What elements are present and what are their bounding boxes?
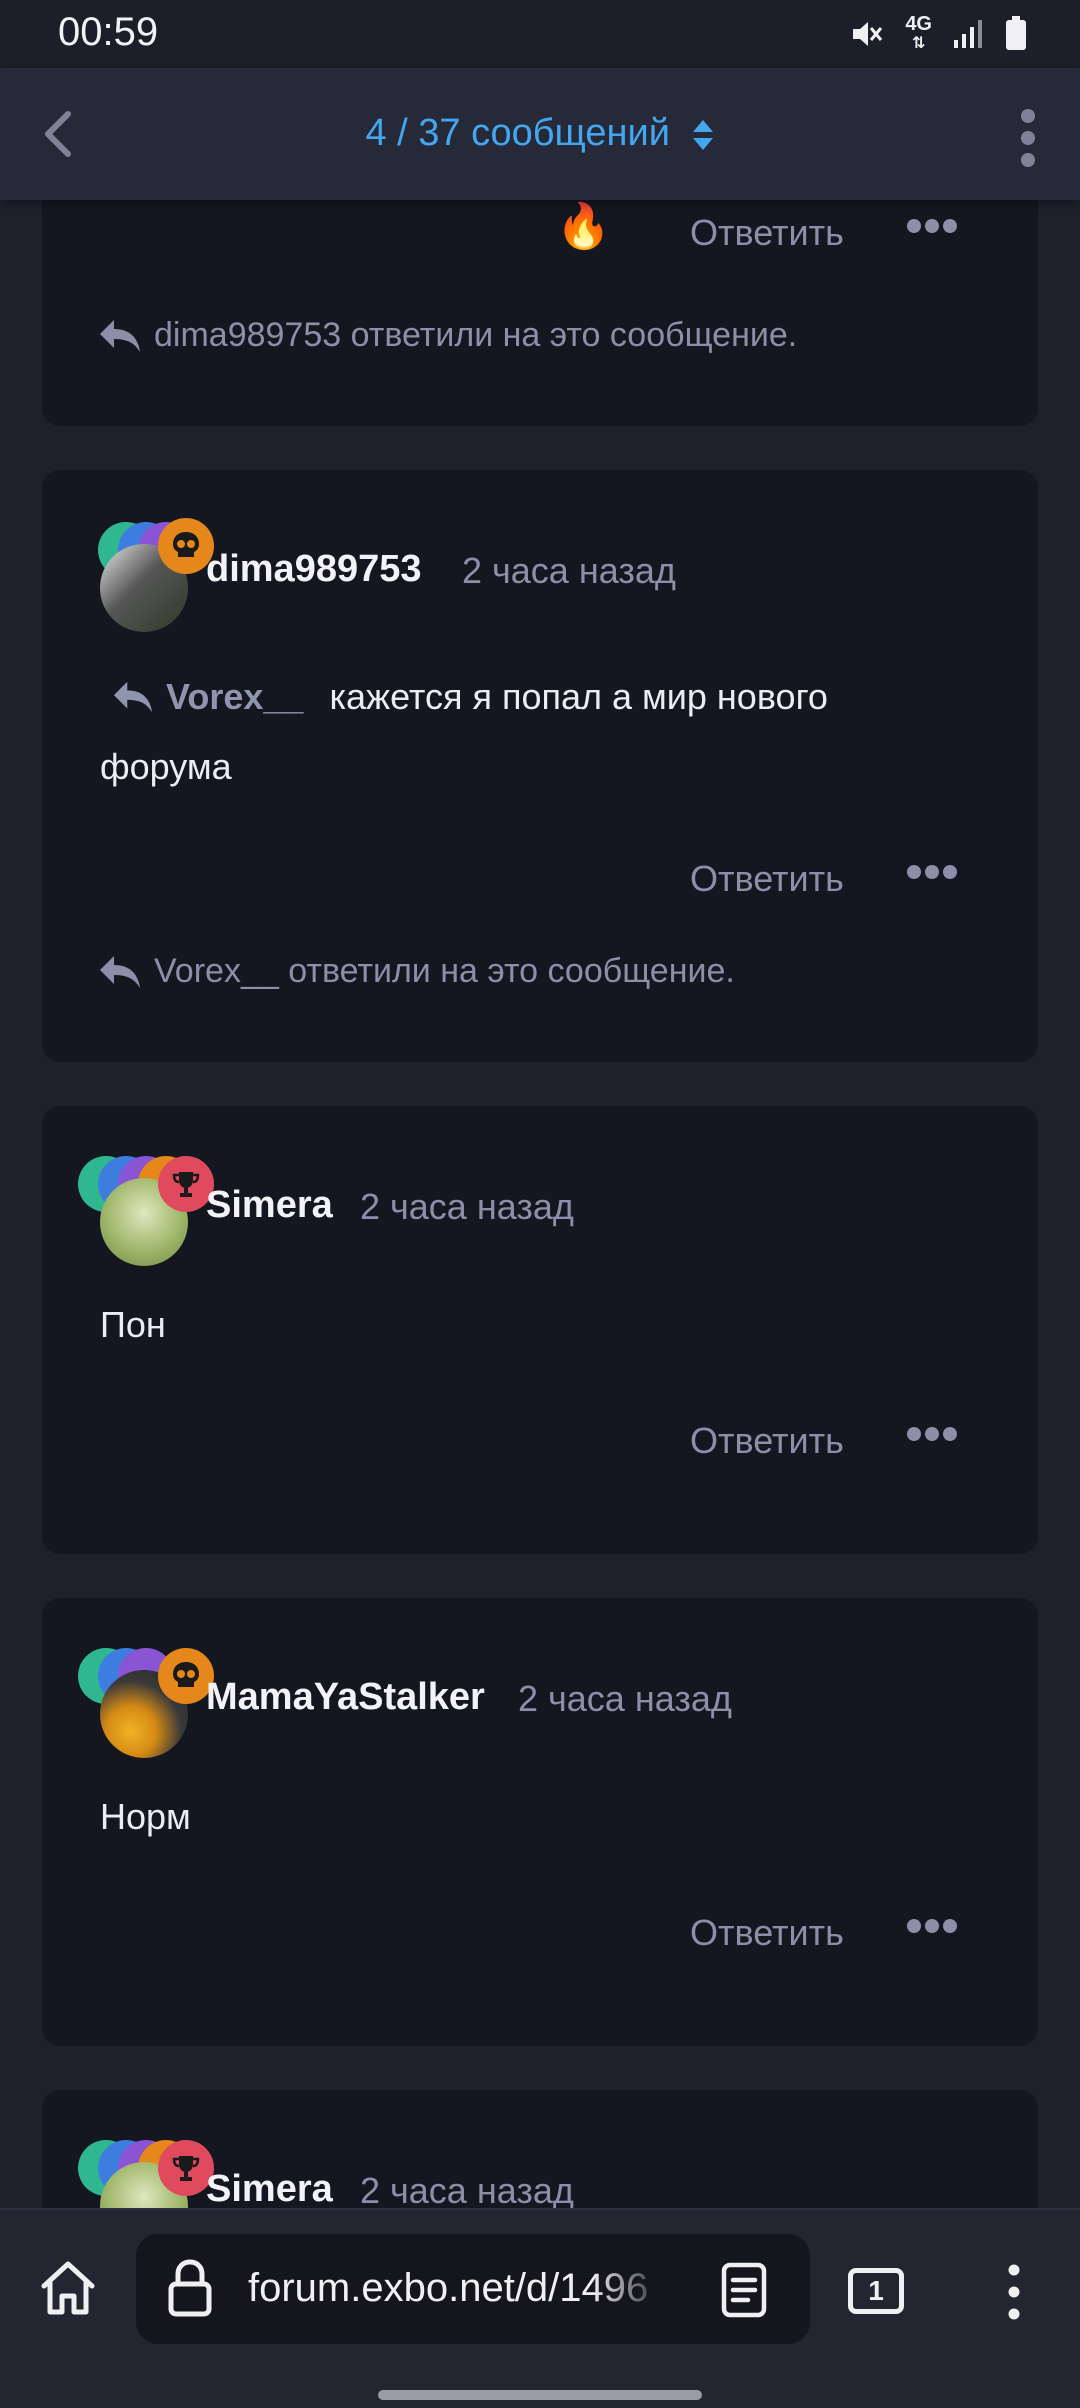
reply-arrow-icon bbox=[100, 319, 140, 352]
address-bar[interactable]: forum.exbo.net/d/1496 bbox=[136, 2234, 810, 2344]
fire-reaction[interactable]: 🔥 bbox=[556, 200, 611, 252]
sort-arrows-icon bbox=[692, 119, 713, 150]
gesture-home-indicator[interactable] bbox=[378, 2390, 702, 2400]
more-horiz-icon[interactable] bbox=[906, 216, 958, 236]
user-avatar-group[interactable] bbox=[78, 1148, 214, 1266]
battery-icon bbox=[1006, 16, 1026, 50]
post-counter-label: 4 / 37 сообщений bbox=[365, 112, 670, 154]
post-card: 🔥 Ответить dima989753 ответили на это со… bbox=[42, 200, 1038, 426]
data-arrows-icon: ⇅ bbox=[911, 35, 926, 52]
reply-mention-icon bbox=[113, 681, 153, 713]
username[interactable]: Simera bbox=[206, 1184, 333, 1227]
network-type: 4G bbox=[905, 13, 932, 35]
post-counter[interactable]: 4 / 37 сообщений bbox=[0, 112, 1080, 155]
username[interactable]: dima989753 bbox=[206, 548, 422, 591]
user-avatar-group[interactable] bbox=[78, 1640, 214, 1758]
post-card: MamaYaStalker 2 часа назад Норм Ответить bbox=[42, 1598, 1038, 2046]
url-text: forum.exbo.net/d/1496 bbox=[248, 2266, 649, 2310]
network-indicator: 4G ⇅ bbox=[905, 14, 932, 54]
status-icons: 4G ⇅ bbox=[849, 14, 1028, 54]
reply-button[interactable]: Ответить bbox=[690, 1912, 844, 1954]
post-time[interactable]: 2 часа назад bbox=[360, 1186, 574, 1228]
reply-button[interactable]: Ответить bbox=[690, 1420, 844, 1462]
username[interactable]: Simera bbox=[206, 2168, 333, 2208]
status-time: 00:59 bbox=[58, 10, 159, 54]
more-horiz-icon[interactable] bbox=[906, 862, 958, 882]
post-card: Simera 2 часа назад Пон Ответить bbox=[42, 1106, 1038, 1554]
reply-button[interactable]: Ответить bbox=[690, 858, 844, 900]
lock-icon[interactable] bbox=[166, 2258, 214, 2318]
post-card: Simera 2 часа назад bbox=[42, 2090, 1038, 2208]
mute-icon bbox=[853, 22, 883, 46]
topic-header: 4 / 37 сообщений bbox=[0, 68, 1080, 200]
post-text-line2: форума bbox=[100, 746, 232, 787]
replied-text: dima989753 ответили на это сообщение. bbox=[154, 316, 798, 354]
post-body: Vorex__ кажется я попал а мир нового фор… bbox=[100, 662, 1000, 802]
post-text-line1: кажется я попал а мир нового bbox=[329, 676, 828, 717]
mention-link[interactable]: Vorex__ bbox=[166, 662, 303, 732]
post-text: Норм bbox=[100, 1796, 191, 1837]
user-avatar-group[interactable] bbox=[78, 514, 214, 632]
reply-button[interactable]: Ответить bbox=[690, 212, 844, 254]
post-feed: 🔥 Ответить dima989753 ответили на это со… bbox=[0, 200, 1080, 2208]
browser-menu-icon[interactable] bbox=[1004, 2262, 1024, 2322]
username[interactable]: MamaYaStalker bbox=[206, 1676, 485, 1719]
post-text: Пон bbox=[100, 1304, 166, 1345]
post-time[interactable]: 2 часа назад bbox=[518, 1678, 732, 1720]
replied-notice[interactable]: dima989753 ответили на это сообщение. bbox=[98, 316, 797, 355]
tab-count: 1 bbox=[868, 2275, 884, 2306]
user-avatar-group[interactable] bbox=[78, 2132, 214, 2208]
reply-arrow-icon bbox=[100, 955, 140, 988]
post-time[interactable]: 2 часа назад bbox=[360, 2170, 574, 2208]
replied-text: Vorex__ ответили на это сообщение. bbox=[154, 952, 735, 990]
status-bar: 00:59 4G ⇅ bbox=[0, 0, 1080, 68]
post-time[interactable]: 2 часа назад bbox=[462, 550, 676, 592]
tab-switcher-button[interactable]: 1 bbox=[848, 2268, 904, 2314]
home-icon[interactable] bbox=[36, 2256, 100, 2320]
post-card: dima989753 2 часа назад Vorex__ кажется … bbox=[42, 470, 1038, 1062]
more-horiz-icon[interactable] bbox=[906, 1916, 958, 1936]
signal-icon bbox=[954, 20, 982, 48]
more-vert-icon[interactable] bbox=[1016, 108, 1040, 168]
more-horiz-icon[interactable] bbox=[906, 1424, 958, 1444]
replied-notice[interactable]: Vorex__ ответили на это сообщение. bbox=[98, 952, 735, 991]
reader-mode-icon[interactable] bbox=[720, 2262, 768, 2318]
browser-toolbar: forum.exbo.net/d/1496 1 bbox=[0, 2208, 1080, 2408]
